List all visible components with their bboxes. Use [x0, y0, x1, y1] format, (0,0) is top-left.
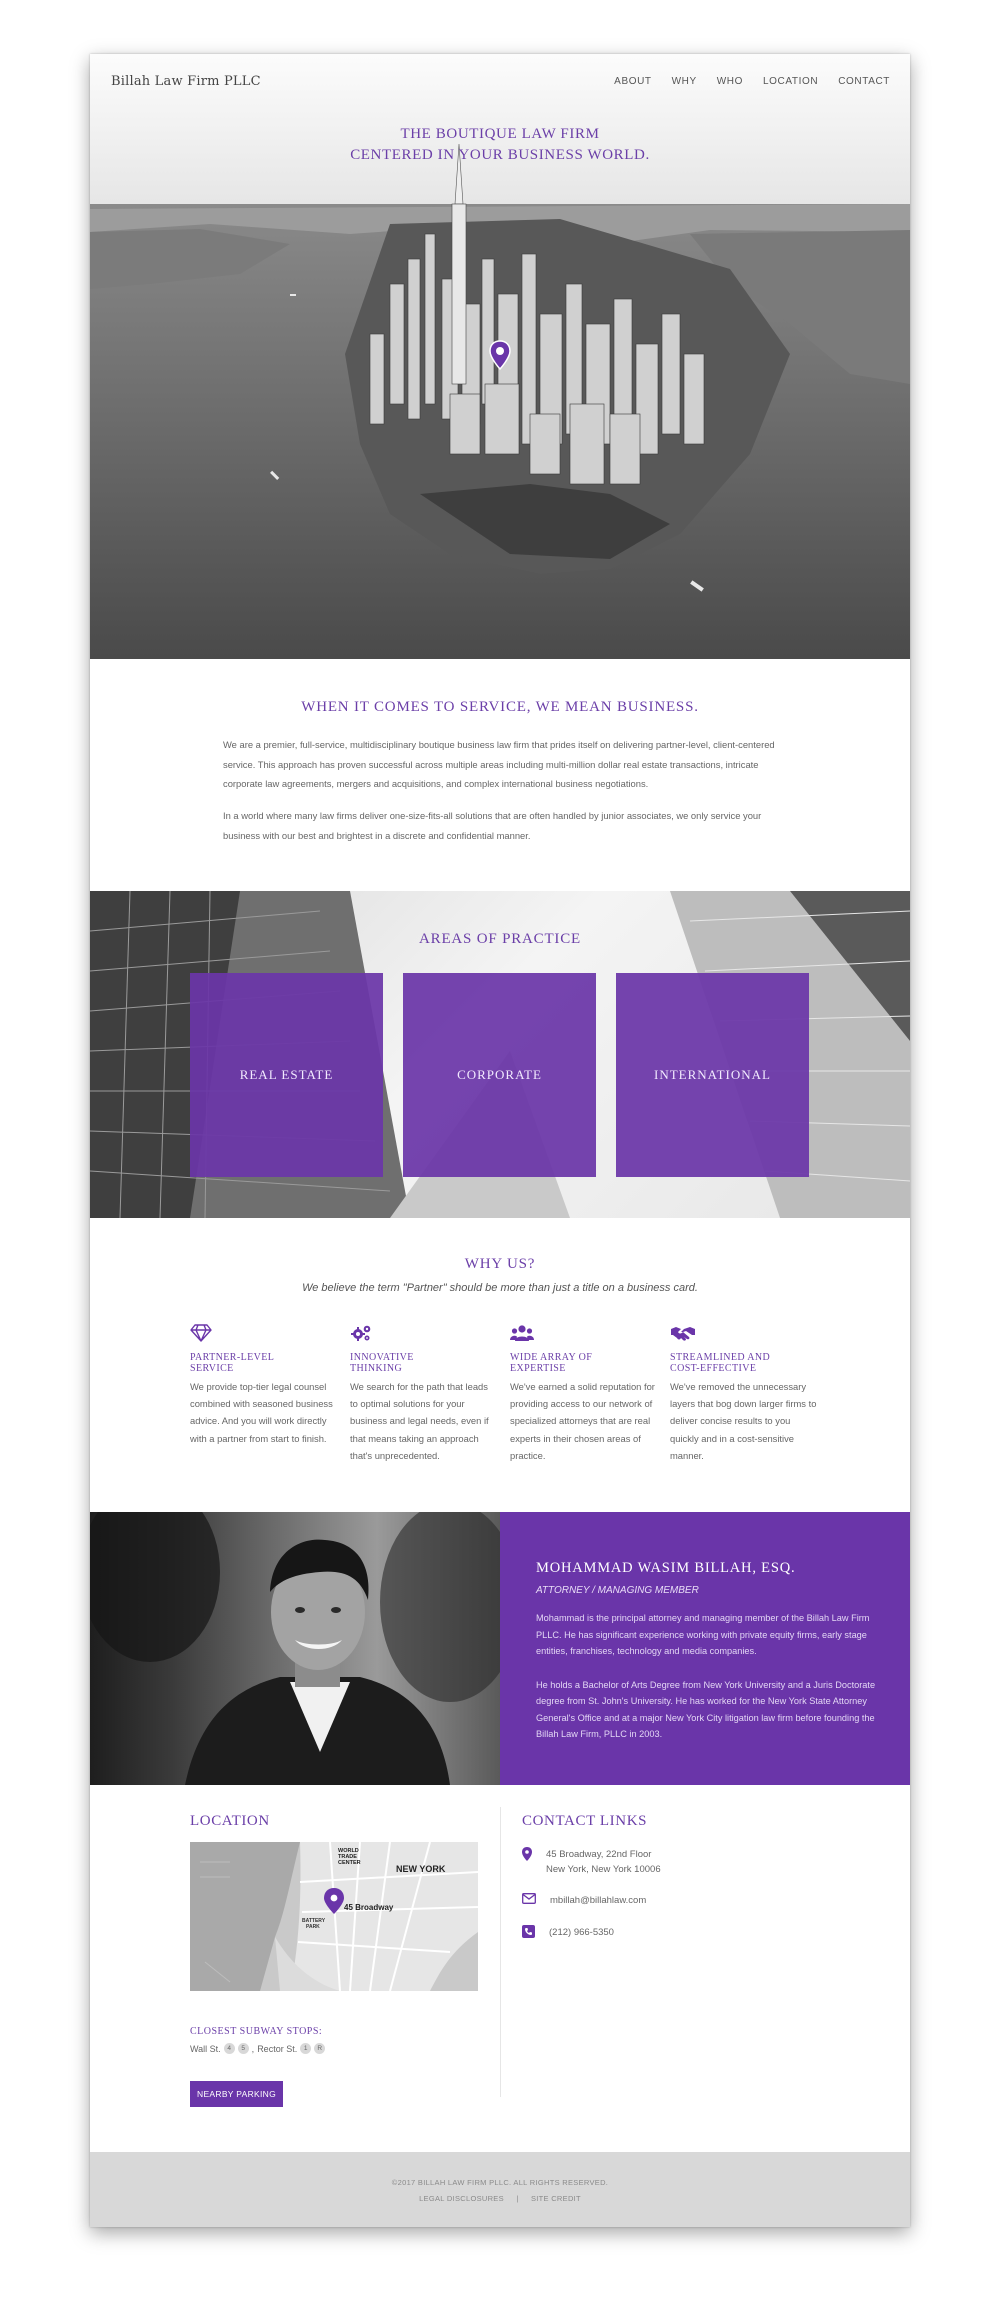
gears-icon	[351, 1325, 371, 1341]
practice-corporate-label: Corporate	[457, 1067, 542, 1082]
footer-separator: |	[516, 2194, 519, 2203]
why-feature-title-line1: Innovative	[350, 1352, 414, 1363]
bio-paragraph-2: He holds a Bachelor of Arts Degree from …	[536, 1679, 876, 1740]
contact-phone-text: (212) 966-5350	[549, 1927, 614, 1938]
why-feature-title: Partner-Level Service	[190, 1352, 338, 1374]
nav-location[interactable]: LOCATION	[763, 76, 818, 87]
footer: ©2017 Billah Law Firm PLLC. All Rights R…	[90, 2152, 910, 2227]
bio-section: Mohammad Wasim Billah, Esq. Attorney / M…	[90, 1512, 910, 1785]
service-section: When it comes to service, we mean busine…	[90, 659, 910, 891]
why-feature-title-line1: Partner-Level	[190, 1352, 275, 1363]
why-title: Why Us?	[464, 1256, 536, 1272]
why-feature-text: We provide top-tier legal counsel combin…	[190, 1381, 333, 1444]
why-tagline: We believe the term "Partner" should be …	[302, 1282, 698, 1294]
footer-copyright: ©2017 Billah Law Firm PLLC. All Rights R…	[391, 2178, 609, 2187]
service-paragraph-1: We are a premier, full-service, multidis…	[223, 739, 775, 789]
subway-line-badge: R	[314, 2043, 326, 2054]
users-icon	[510, 1325, 534, 1341]
service-title: When it comes to service, we mean busine…	[301, 699, 699, 715]
why-feature-text: We search for the path that leads to opt…	[350, 1381, 489, 1461]
location-contact-section: Location WORLD TRADE CENTER	[90, 1785, 910, 2120]
subway-line-badge: 5	[237, 2043, 249, 2054]
footer-links: Legal Disclosures | Site Credit	[90, 2194, 910, 2203]
map-pin-icon	[489, 340, 511, 370]
subway-wall-st: Wall St.	[190, 2043, 221, 2054]
bio-panel: Mohammad Wasim Billah, Esq. Attorney / M…	[500, 1512, 910, 1785]
practice-corporate[interactable]: Corporate	[403, 973, 596, 1177]
why-feature-expertise: Wide Array of Expertise We've earned a so…	[510, 1324, 658, 1464]
practice-international[interactable]: International	[616, 973, 809, 1177]
why-feature-innovative: Innovative Thinking We search for the pat…	[350, 1324, 498, 1464]
service-paragraph-2: In a world where many law firms deliver …	[223, 810, 762, 841]
map-label-address: 45 Broadway	[344, 1903, 394, 1912]
main-nav: ABOUT WHY WHO LOCATION CONTACT	[614, 76, 890, 87]
envelope-icon	[522, 1893, 536, 1904]
contact-email-text: mbillah@billahlaw.com	[550, 1895, 647, 1906]
nav-who[interactable]: WHO	[717, 76, 743, 87]
map-label-battery-2: PARK	[306, 1924, 320, 1930]
why-feature-text: We've removed the unnecessary layers tha…	[670, 1381, 817, 1461]
nearby-parking-button[interactable]: Nearby Parking	[190, 2081, 283, 2107]
subway-separator: ,	[251, 2043, 255, 2054]
why-feature-text: We've earned a solid reputation for prov…	[510, 1381, 655, 1461]
column-divider	[500, 1807, 501, 2097]
brand-name[interactable]: Billah Law Firm PLLC	[111, 74, 261, 89]
subway-rector-st: Rector St.	[257, 2043, 298, 2054]
practice-real-estate-label: Real Estate	[239, 1067, 334, 1082]
location-title: Location	[190, 1813, 270, 1829]
why-section: Why Us? We believe the term "Partner" sh…	[90, 1218, 910, 1512]
practice-title: Areas of Practice	[419, 931, 581, 947]
why-feature-title-line2: Service	[190, 1363, 234, 1374]
why-feature-streamlined: Streamlined and Cost-Effective We've remo…	[670, 1324, 818, 1464]
subway-title: Closest Subway Stops:	[190, 2026, 323, 2037]
why-feature-title: Streamlined and Cost-Effective	[670, 1352, 818, 1374]
subway-stops: Wall St. 4 5 , Rector St. 1 R	[190, 2043, 326, 2054]
attorney-name: Mohammad Wasim Billah, Esq.	[536, 1560, 796, 1576]
attorney-photo	[90, 1512, 500, 1785]
map-label-new-york: NEW YORK	[396, 1864, 446, 1874]
contact-address-line1: 45 Broadway, 22nd Floor	[546, 1849, 652, 1860]
attorney-role: Attorney / Managing Member	[536, 1585, 699, 1596]
contact-address-line2: New York, New York 10006	[546, 1864, 661, 1875]
practice-section: Areas of Practice Real Estate Corporate …	[90, 891, 910, 1218]
nav-why[interactable]: WHY	[672, 76, 697, 87]
why-feature-title: Wide Array of Expertise	[510, 1352, 658, 1374]
subway-line-badge: 1	[300, 2043, 312, 2054]
why-feature-title-line2: Cost-Effective	[670, 1363, 757, 1374]
hero-headline-line2: Centered in Your Business World.	[350, 147, 650, 163]
hero-section: Billah Law Firm PLLC ABOUT WHY WHO LOCAT…	[90, 54, 910, 659]
bio-paragraph-1: Mohammad is the principal attorney and m…	[536, 1613, 870, 1656]
location-pin-icon	[522, 1847, 532, 1861]
practice-international-label: International	[654, 1067, 771, 1082]
why-feature-title-line1: Streamlined and	[670, 1352, 771, 1363]
hero-headline-line1: The Boutique Law Firm	[400, 126, 600, 142]
why-feature-partner-level: Partner-Level Service We provide top-tier…	[190, 1324, 338, 1447]
map-label-wtc-3: CENTER	[338, 1860, 361, 1866]
contact-address[interactable]: 45 Broadway, 22nd Floor New York, New Yo…	[522, 1847, 661, 1877]
map-graphic: WORLD TRADE CENTER NEW YORK 45 Broadway …	[190, 1842, 478, 1991]
hero-headline: The Boutique Law Firm Centered in Your B…	[90, 124, 910, 166]
handshake-icon	[671, 1327, 695, 1341]
location-map[interactable]: WORLD TRADE CENTER NEW YORK 45 Broadway …	[190, 1842, 478, 1991]
diamond-icon	[190, 1324, 212, 1342]
phone-icon	[522, 1925, 535, 1938]
why-feature-title-line1: Wide Array of	[510, 1352, 593, 1363]
nav-contact[interactable]: CONTACT	[838, 76, 890, 87]
practice-real-estate[interactable]: Real Estate	[190, 973, 383, 1177]
footer-legal-link[interactable]: Legal Disclosures	[419, 2194, 504, 2203]
why-feature-title: Innovative Thinking	[350, 1352, 498, 1374]
nav-about[interactable]: ABOUT	[614, 76, 651, 87]
subway-line-badge: 4	[223, 2043, 235, 2054]
page-frame: Billah Law Firm PLLC ABOUT WHY WHO LOCAT…	[90, 54, 910, 2227]
footer-credit-link[interactable]: Site Credit	[531, 2194, 581, 2203]
contact-phone[interactable]: (212) 966-5350	[522, 1925, 614, 1940]
contact-title: Contact Links	[522, 1813, 648, 1829]
attorney-portrait-image	[90, 1512, 500, 1785]
contact-email[interactable]: mbillah@billahlaw.com	[522, 1893, 646, 1908]
why-feature-title-line2: Expertise	[510, 1363, 566, 1374]
why-feature-title-line2: Thinking	[350, 1363, 403, 1374]
